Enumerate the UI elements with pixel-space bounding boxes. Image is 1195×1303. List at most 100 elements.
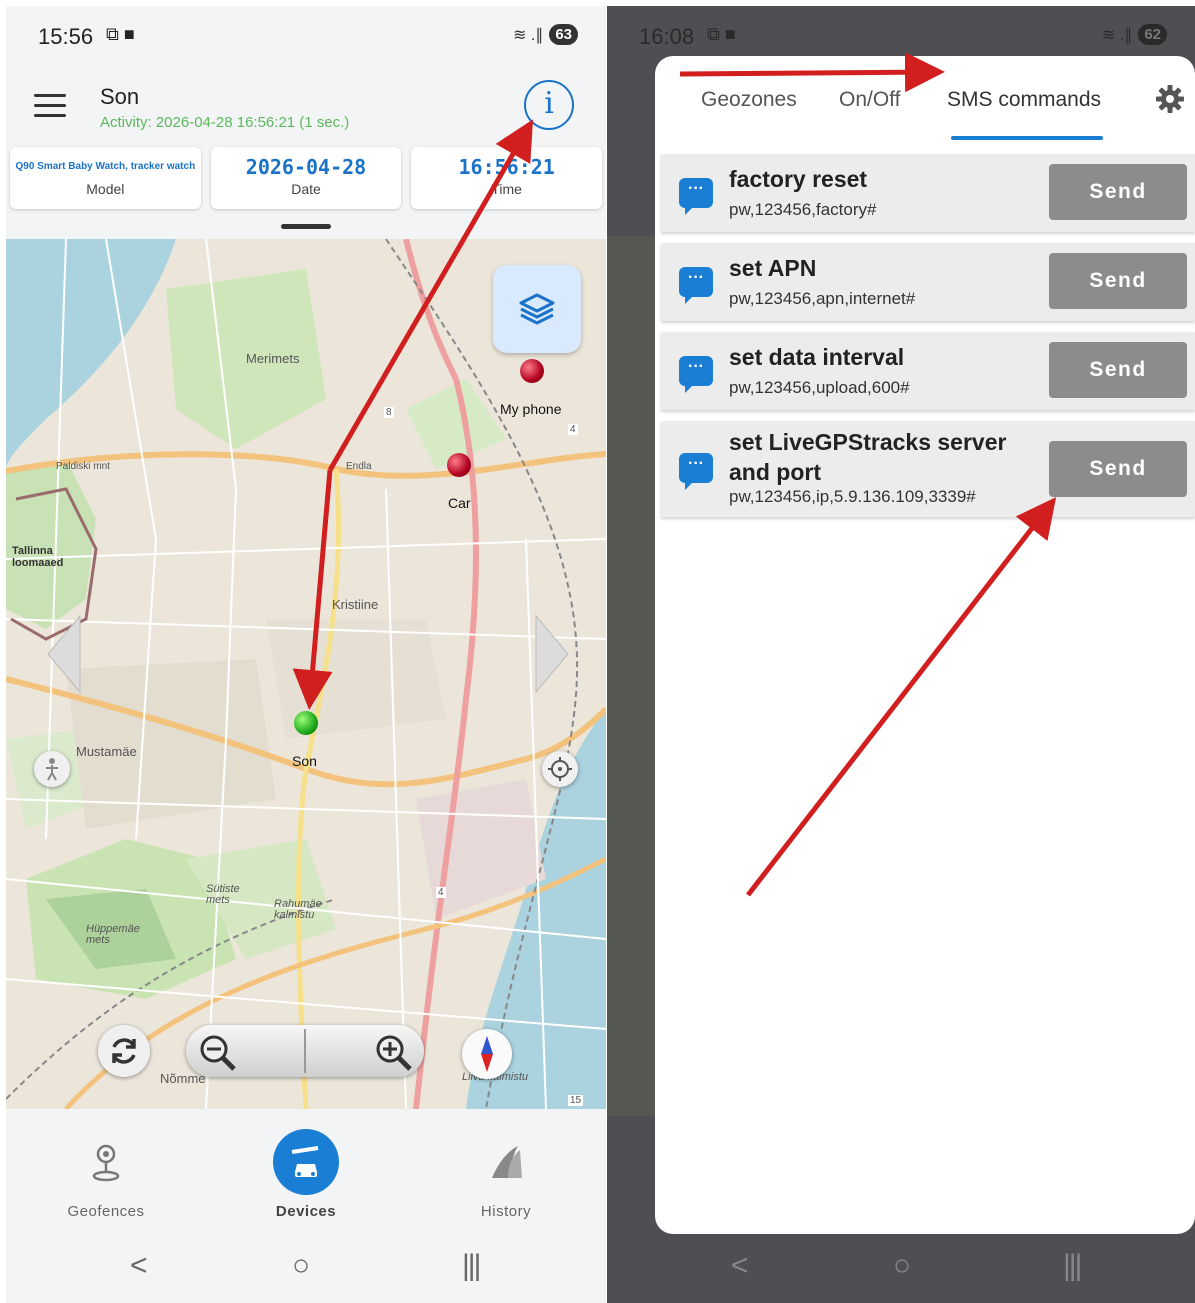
map-label-kristiine: Kristiine	[332, 597, 379, 612]
car-marker[interactable]	[447, 453, 471, 477]
map-label-15: 15	[568, 1095, 584, 1106]
refresh-icon	[112, 1038, 136, 1064]
date-value: 2026-04-28	[245, 155, 367, 179]
command-title: set LiveGPStracks server and port	[729, 429, 1007, 485]
sms-command-item: ··· factory reset pw,123456,factory# Sen…	[661, 154, 1195, 232]
command-code: pw,123456,ip,5.9.136.109,3339#	[729, 487, 976, 506]
date-card: 2026-04-28 Date	[210, 147, 402, 209]
info-icon[interactable]: i	[524, 80, 574, 130]
map-layers-button[interactable]	[493, 265, 581, 353]
nav-history[interactable]: History	[406, 1129, 606, 1220]
zoom-control	[186, 1025, 424, 1077]
command-code: pw,123456,factory#	[729, 200, 877, 219]
signal-icon-right: ≋ .∥	[1102, 26, 1133, 44]
map-label-rahumae: Rahumäe kalmistu	[274, 898, 322, 921]
devices-screen: 15:56 ⧉ ■ ≋ .∥ 63 Son Activity: 2026-04-…	[6, 6, 606, 1303]
message-icon: ···	[679, 453, 713, 490]
send-button[interactable]: Send	[1049, 164, 1187, 220]
my-phone-marker[interactable]	[520, 359, 544, 383]
recents-icon[interactable]: |||	[462, 1249, 481, 1283]
hamburger-menu-icon[interactable]	[34, 94, 66, 118]
battery-icon: 63	[549, 24, 578, 45]
back-icon[interactable]: <	[130, 1249, 148, 1283]
command-title: set APN	[729, 255, 817, 281]
command-title: factory reset	[729, 166, 868, 192]
signal-icon: ≋ .∥	[513, 26, 544, 44]
map-label-sutiste: Sütiste mets	[206, 883, 240, 906]
my-location-button[interactable]	[542, 751, 578, 787]
battery-icon-right: 62	[1138, 24, 1167, 45]
sms-command-item: ··· set LiveGPStracks server and port pw…	[661, 421, 1195, 517]
son-label: Son	[292, 753, 317, 769]
map-label-hippomae: Hüppemäe mets	[86, 923, 140, 946]
devices-icon	[273, 1129, 339, 1195]
message-icon: ···	[679, 178, 713, 215]
prev-device-arrow-icon[interactable]	[46, 614, 82, 694]
device-activity: Activity: 2026-04-28 16:56:21 (1 sec.)	[100, 114, 350, 131]
nav-devices[interactable]: Devices	[206, 1129, 406, 1220]
send-button[interactable]: Send	[1049, 342, 1187, 398]
car-label: Car	[448, 495, 471, 511]
send-button[interactable]: Send	[1049, 441, 1187, 497]
sms-command-item: ··· set APN pw,123456,apn,internet# Send	[661, 243, 1195, 321]
status-right-right: ≋ .∥ 62	[1102, 24, 1167, 45]
nav-history-label: History	[480, 1203, 532, 1220]
back-icon[interactable]: <	[731, 1249, 749, 1283]
zoom-in-icon[interactable]	[374, 1033, 414, 1073]
status-right: ≋ .∥ 63	[513, 24, 578, 45]
nav-geofences[interactable]: Geofences	[6, 1129, 206, 1220]
son-marker[interactable]	[294, 711, 318, 735]
command-title: set data interval	[729, 344, 905, 370]
compass-icon	[481, 1036, 493, 1072]
command-code: pw,123456,apn,internet#	[729, 289, 916, 308]
recents-icon[interactable]: |||	[1063, 1249, 1082, 1283]
next-device-arrow-icon[interactable]	[534, 614, 570, 694]
tab-on-off[interactable]: On/Off	[839, 88, 900, 112]
time-card: 16:56:21 Time	[411, 147, 603, 209]
device-info-cards: Q90 Smart Baby Watch, tracker watch Mode…	[10, 147, 603, 209]
command-code: pw,123456,upload,600#	[729, 378, 910, 397]
bottom-navigation: Geofences Devices History	[6, 1109, 606, 1239]
map-label-paldiski: Paldiski mnt	[56, 461, 110, 472]
map-label-4b: 4	[436, 887, 446, 898]
refresh-button[interactable]	[98, 1025, 150, 1077]
sms-commands-screen: 16:08 ⧉ ■ ≋ .∥ 62 Geozones On/Off SMS co…	[607, 6, 1195, 1303]
home-icon[interactable]: ○	[893, 1249, 911, 1283]
home-icon[interactable]: ○	[292, 1249, 310, 1283]
screenshot-root: 15:56 ⧉ ■ ≋ .∥ 63 Son Activity: 2026-04-…	[0, 0, 1195, 1303]
map-label-8: 8	[384, 407, 394, 418]
send-button[interactable]: Send	[1049, 253, 1187, 309]
tab-geozones[interactable]: Geozones	[701, 88, 797, 112]
compass-button[interactable]	[462, 1029, 512, 1079]
tab-bar: Geozones On/Off SMS commands	[655, 56, 1195, 142]
date-label: Date	[291, 181, 321, 197]
gear-icon[interactable]	[1155, 84, 1185, 114]
pedestrian-icon	[46, 758, 58, 781]
map-view[interactable]: Merimets Tallinna loomaaed Kristiine Mus…	[6, 239, 606, 1109]
nav-geofences-label: Geofences	[67, 1203, 145, 1220]
message-icon: ···	[679, 267, 713, 304]
layers-icon	[519, 293, 555, 325]
sms-command-item: ··· set data interval pw,123456,upload,6…	[661, 332, 1195, 410]
device-title: Son	[100, 84, 140, 109]
map-label-4a: 4	[568, 424, 578, 435]
status-time: 15:56	[38, 24, 94, 49]
drag-handle[interactable]	[281, 224, 331, 229]
nav-devices-label: Devices	[275, 1203, 337, 1220]
time-label: Time	[491, 181, 522, 197]
map-label-endla: Endla	[346, 461, 372, 472]
zoom-out-icon[interactable]	[198, 1033, 238, 1073]
status-time-right: 16:08	[639, 24, 695, 49]
time-value: 16:56:21	[458, 155, 555, 179]
message-icon: ···	[679, 356, 713, 393]
app-bar: Son Activity: 2026-04-28 16:56:21 (1 sec…	[6, 76, 606, 146]
model-value: Q90 Smart Baby Watch, tracker watch	[15, 161, 196, 172]
tab-sms-commands[interactable]: SMS commands	[947, 88, 1101, 112]
pedestrian-button[interactable]	[34, 751, 70, 787]
map-label-tallinna-zoo: Tallinna loomaaed	[12, 545, 64, 569]
zoom-divider	[304, 1029, 306, 1073]
geofence-icon	[6, 1129, 206, 1195]
map-background	[6, 239, 606, 1109]
active-tab-indicator	[951, 136, 1103, 140]
history-road-icon	[406, 1129, 606, 1195]
